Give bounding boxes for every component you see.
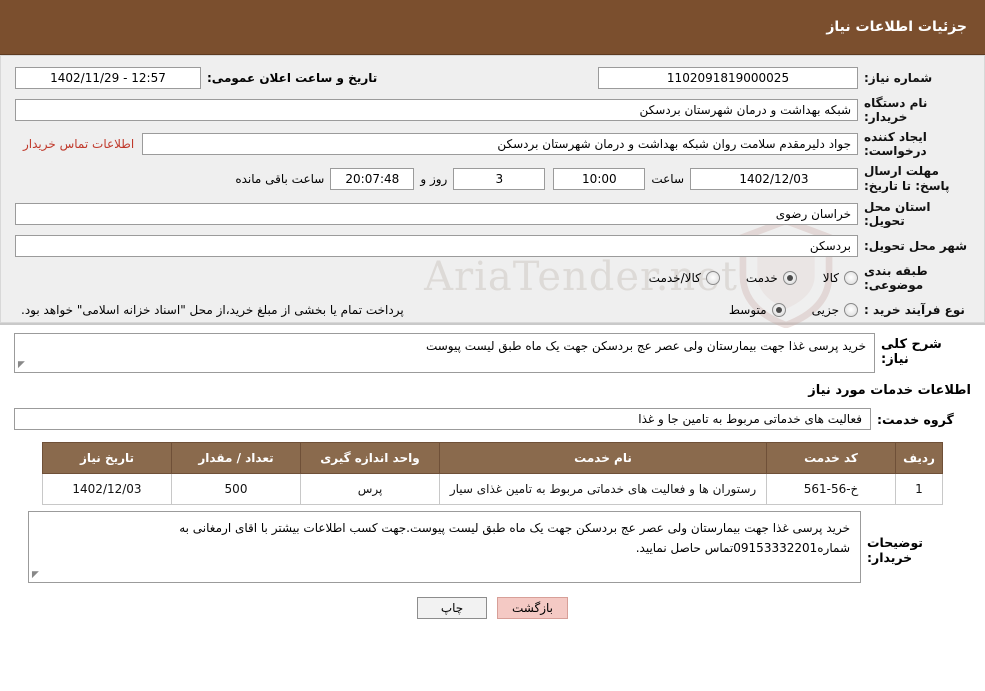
col-unit: واحد اندازه گیری <box>300 442 440 474</box>
radio-icon[interactable] <box>844 271 858 285</box>
row-province: استان محل تحویل: خراسان رضوی <box>15 200 970 228</box>
summary-textarea[interactable]: خرید پرسی غذا جهت بیمارستان ولی عصر عج ب… <box>14 333 875 373</box>
cell-quantity: 500 <box>171 473 301 505</box>
process-option-jozi[interactable]: جزیی <box>812 303 858 317</box>
province-value: خراسان رضوی <box>15 203 858 225</box>
category-option-kala-label: کالا <box>822 271 839 285</box>
row-buyer-org: نام دستگاه خریدار: شبکه بهداشت و درمان ش… <box>15 96 970 124</box>
category-option-khedmat-label: خدمت <box>745 271 778 285</box>
deadline-label: مهلت ارسال پاسخ: تا تاریخ: <box>864 164 950 193</box>
row-category: طبقه بندی موضوعی: کالا خدمت کالا/خدمت <box>15 264 970 292</box>
row-process-type: نوع فرآیند خرید : جزیی متوسط پرداخت تمام… <box>15 298 970 322</box>
footer-buttons: بازگشت چاپ <box>14 597 971 619</box>
table-header-row: ردیف کد خدمت نام خدمت واحد اندازه گیری ت… <box>42 442 943 474</box>
city-value: بردسکن <box>15 235 858 257</box>
announce-datetime-label: تاریخ و ساعت اعلان عمومی: <box>207 71 378 85</box>
row-need-number: شماره نیاز: 1102091819000025 تاریخ و ساع… <box>15 66 970 90</box>
page-title: جزئیات اطلاعات نیاز <box>826 19 967 35</box>
table-row: 1 خ-56-561 رستوران ها و فعالیت های خدمات… <box>42 473 943 505</box>
row-service-group: گروه خدمت: فعالیت های خدماتی مربوط به تا… <box>14 408 971 430</box>
radio-icon[interactable] <box>705 271 720 285</box>
category-option-kala[interactable]: کالا <box>823 271 858 285</box>
need-body: شرح کلی نیاز: خرید پرسی غذا جهت بیمارستا… <box>0 325 985 619</box>
buyer-notes-textarea[interactable]: خرید پرسی غذا جهت بیمارستان ولی عصر عج ب… <box>28 511 861 583</box>
days-remaining-value: 3 <box>453 168 546 190</box>
hour-value: 10:00 <box>553 168 646 190</box>
services-table: ردیف کد خدمت نام خدمت واحد اندازه گیری ت… <box>42 442 943 505</box>
summary-label: شرح کلی نیاز: <box>881 337 942 367</box>
buyer-org-value: شبکه بهداشت و درمان شهرستان بردسکن <box>15 99 858 121</box>
need-details-panel: AriaTender.net شماره نیاز: 1102091819000… <box>0 55 985 328</box>
row-requester: ایجاد کننده درخواست: جواد دلیرمقدم سلامت… <box>15 130 970 158</box>
cell-name: رستوران ها و فعالیت های خدماتی مربوط به … <box>439 473 767 505</box>
buyer-notes-value: خرید پرسی غذا جهت بیمارستان ولی عصر عج ب… <box>179 521 850 555</box>
cell-date: 1402/12/03 <box>42 473 172 505</box>
category-option-kala-khedmat[interactable]: کالا/خدمت <box>649 271 720 285</box>
service-group-label: گروه خدمت: <box>877 411 954 427</box>
col-quantity: تعداد / مقدار <box>171 442 301 474</box>
print-button[interactable]: چاپ <box>417 597 487 619</box>
requester-value: جواد دلیرمقدم سلامت روان شبکه بهداشت و د… <box>142 133 858 155</box>
category-option-kala-khedmat-label: کالا/خدمت <box>648 271 701 285</box>
page-header: جزئیات اطلاعات نیاز <box>0 0 985 55</box>
cell-code: خ-56-561 <box>766 473 896 505</box>
need-number-label: شماره نیاز: <box>864 71 933 85</box>
requester-label: ایجاد کننده درخواست: <box>864 130 927 158</box>
buyer-notes-label: توضیحات خریدار: <box>867 535 923 565</box>
services-table-wrap: ردیف کد خدمت نام خدمت واحد اندازه گیری ت… <box>42 442 943 505</box>
category-option-khedmat[interactable]: خدمت <box>746 271 797 285</box>
row-buyer-notes: توضیحات خریدار: خرید پرسی غذا جهت بیمارس… <box>28 511 957 583</box>
resize-handle-icon[interactable]: ◥ <box>18 360 28 370</box>
cell-unit: پرس <box>300 473 440 505</box>
days-label: روز و <box>420 172 448 186</box>
row-summary: شرح کلی نیاز: خرید پرسی غذا جهت بیمارستا… <box>14 333 971 373</box>
page-root: جزئیات اطلاعات نیاز AriaTender.net شماره… <box>0 0 985 691</box>
radio-selected-icon[interactable] <box>771 303 786 317</box>
col-index: ردیف <box>895 442 943 474</box>
row-city: شهر محل تحویل: بردسکن <box>15 234 970 258</box>
buyer-org-label: نام دستگاه خریدار: <box>864 96 928 124</box>
back-button[interactable]: بازگشت <box>497 597 568 619</box>
radio-selected-icon[interactable] <box>782 271 797 285</box>
radio-icon[interactable] <box>844 303 858 317</box>
category-label: طبقه بندی موضوعی: <box>864 264 928 292</box>
summary-value: خرید پرسی غذا جهت بیمارستان ولی عصر عج ب… <box>425 339 866 353</box>
service-group-value: فعالیت های خدماتی مربوط به تامین جا و غذ… <box>14 408 871 430</box>
cell-index: 1 <box>895 473 943 505</box>
remaining-time-value: 20:07:48 <box>330 168 415 190</box>
hour-label: ساعت <box>651 172 684 186</box>
col-name: نام خدمت <box>439 442 767 474</box>
province-label: استان محل تحویل: <box>864 200 931 228</box>
services-section-title: اطلاعات خدمات مورد نیاز <box>808 383 971 398</box>
announce-datetime-value: 12:57 - 1402/11/29 <box>15 67 201 89</box>
col-date: تاریخ نیاز <box>42 442 172 474</box>
process-label: نوع فرآیند خرید : <box>864 303 965 317</box>
buyer-contact-link[interactable]: اطلاعات تماس خریدار <box>15 137 142 151</box>
process-option-jozi-label: جزیی <box>811 303 839 317</box>
process-note: پرداخت تمام یا بخشی از مبلغ خرید،از محل … <box>21 303 404 317</box>
remaining-time-label: ساعت باقی مانده <box>235 172 325 186</box>
need-number-value: 1102091819000025 <box>598 67 858 89</box>
deadline-date-value: 1402/12/03 <box>690 168 858 190</box>
process-option-motevaset[interactable]: متوسط <box>729 303 786 317</box>
resize-handle-icon[interactable]: ◥ <box>32 570 42 580</box>
row-deadline: مهلت ارسال پاسخ: تا تاریخ: 1402/12/03 سا… <box>15 164 970 194</box>
process-option-motevaset-label: متوسط <box>728 303 767 317</box>
city-label: شهر محل تحویل: <box>864 239 968 253</box>
col-code: کد خدمت <box>766 442 896 474</box>
